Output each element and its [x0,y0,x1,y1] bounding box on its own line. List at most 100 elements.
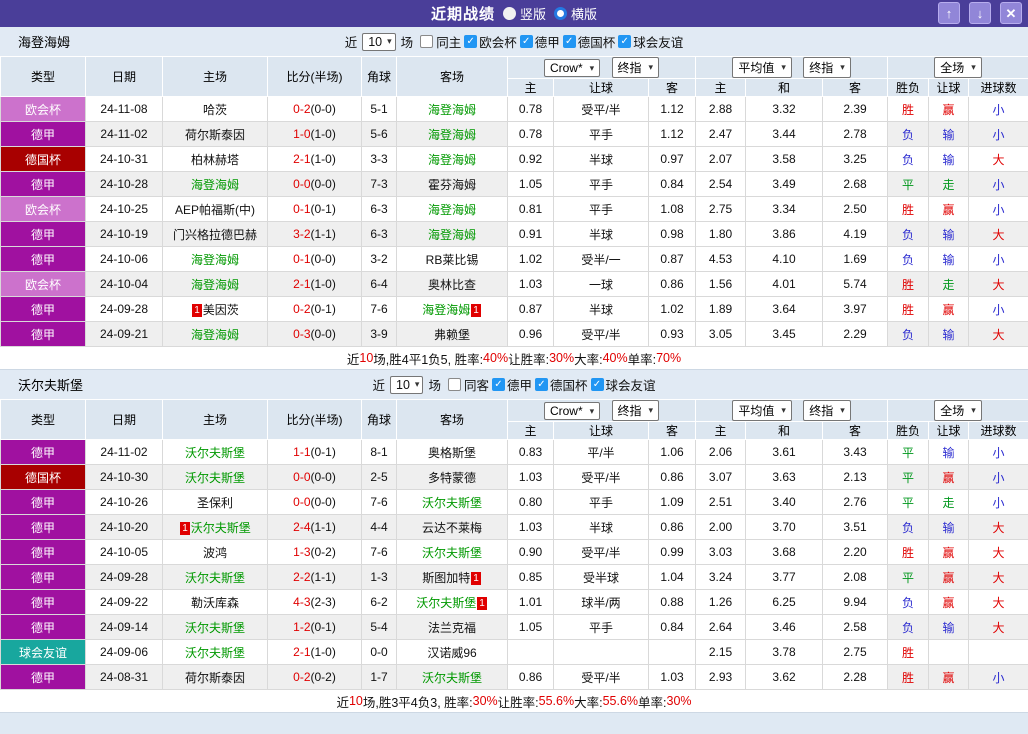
col-header-away: 客场 [396,399,508,440]
avg-away-odds-cell: 2.78 [822,121,889,147]
corner-cell: 2-5 [361,464,397,490]
crow-home-odds-cell: 0.86 [507,664,554,690]
col-header-score: 比分(半场) [267,399,362,440]
fulltime-score: 4-3 [293,595,311,609]
radio-label: 横版 [571,7,598,22]
crow-handicap-cell: 受平/半 [553,96,649,122]
away-team-cell: 汉诺威96 [396,639,508,665]
team-label: 沃尔夫斯堡 [184,470,245,485]
layout-radio-vertical[interactable]: 竖版 [502,4,546,23]
avg-draw-odds-cell: 3.63 [745,464,824,490]
goals-result-cell: 大 [968,614,1028,640]
recent-count-select[interactable]: 10 ▾ [390,375,424,394]
near-label: 近 [344,36,358,50]
team-label: 法兰克福 [427,620,476,635]
subcol-avg-draw: 和 [745,78,824,97]
scroll-down-button[interactable]: ↓ [969,2,991,24]
league-checkbox[interactable]: ✓ [464,35,478,48]
score-cell: 1-2(0-1) [267,614,362,640]
card-badge: 1 [180,521,190,535]
home-team-cell: 勒沃库森 [162,589,268,615]
league-checkbox[interactable]: ✓ [491,378,505,391]
league-checkbox[interactable]: ✓ [534,378,548,391]
home-team-cell: 沃尔夫斯堡 [162,439,268,465]
league-checkbox[interactable]: ✓ [618,35,632,48]
fulltime-score: 2-1 [293,645,311,659]
league-checkbox[interactable]: ✓ [590,378,604,391]
final-index-select[interactable]: 终指 ▾ [611,400,660,421]
chevron-down-icon: ▾ [840,405,845,415]
halftime-score: (0-1) [310,620,336,634]
recent-count-select[interactable]: 10 ▾ [362,32,396,51]
team-label: 沃尔夫斯堡 [421,495,482,510]
recent-count-value: 10 [368,34,383,49]
summary-segment: 大率: [574,695,603,710]
team-label: 波鸿 [202,545,227,560]
subcol-goals: 进球数 [968,78,1028,97]
league-type-cell: 欧会杯 [0,196,86,222]
result-cell: 负 [887,146,930,172]
subcol-home-odds: 主 [507,421,554,440]
score-cell: 2-1(1-0) [267,146,362,172]
team-label: 海登海姆 [190,177,239,192]
section-heidenheim: 海登海姆 近 10 ▾ 场同主 ✓ 欧会杯 ✓ 德甲 ✓ 德国杯 ✓ 球会友谊 类型 日期 主场 比分… [0,27,1028,370]
subcol-handicap: 让球 [553,78,649,97]
crow-home-odds-cell [507,639,554,665]
layout-radio-horizontal[interactable]: 横版 [554,4,597,23]
same-venue-label: 同客 [463,379,489,393]
match-scope-select[interactable]: 全场 ▾ [934,57,982,78]
corner-cell: 3-3 [361,146,397,172]
crow-handicap-cell: 半球 [553,221,649,247]
crow-handicap-cell: 受平/半 [553,321,649,347]
close-button[interactable]: ✕ [1000,2,1022,24]
team-label: 奥林比查 [427,277,476,292]
final-index-select[interactable]: 终指 ▾ [803,400,851,421]
result-cell: 负 [887,121,930,147]
league-type-cell: 德甲 [0,489,86,515]
score-cell: 1-0(1-0) [267,121,362,147]
match-scope-select[interactable]: 全场 ▾ [934,400,982,421]
average-select[interactable]: 平均值 ▾ [732,400,792,421]
crow-away-odds-cell: 0.93 [647,321,697,347]
corner-cell: 5-6 [361,121,397,147]
score-cell: 0-0(0-0) [267,464,362,490]
team-label: 海登海姆 [427,127,476,142]
table-row: 德甲 24-10-19 门兴格拉德巴赫 3-2(1-1) 6-3 海登海姆 0.91 半球 0.… [0,221,1028,247]
score-cell: 0-2(0-0) [267,96,362,122]
handicap-result-cell [928,639,970,665]
away-team-cell: 海登海姆 [396,121,508,147]
radio-icon [502,7,516,20]
league-checkbox[interactable]: ✓ [562,35,576,48]
crow-away-odds-cell: 0.84 [647,614,697,640]
scroll-up-button[interactable]: ↑ [938,2,960,24]
average-group-header: 平均值 ▾ 终指 ▾ [695,399,889,422]
average-group-header: 平均值 ▾ 终指 ▾ [695,56,889,79]
bookmaker-select[interactable]: Crow* ▾ [543,402,601,420]
same-venue-checkbox[interactable] [447,378,461,391]
crow-away-odds-cell: 1.03 [647,664,697,690]
result-cell: 负 [887,514,930,540]
fulltime-score: 0-2 [293,102,311,116]
match-date-cell: 24-09-21 [85,321,163,347]
league-checkbox[interactable]: ✓ [519,35,533,48]
bookmaker-select[interactable]: Crow* ▾ [543,59,601,77]
matches-table: 类型 日期 主场 比分(半场) 角球 客场 Crow* ▾ 终指 ▾ 平均值 ▾ 终指… [0,399,1028,690]
chevron-down-icon: ▾ [840,62,845,72]
handicap-result-cell: 赢 [928,539,970,565]
summary-segment: 55.6% [538,694,575,708]
crow-home-odds-cell: 0.90 [507,539,554,565]
crow-handicap-cell: 平手 [553,196,649,222]
avg-home-odds-cell: 1.80 [695,221,747,247]
away-team-cell: 沃尔夫斯堡 [396,664,508,690]
games-label: 场 [400,36,414,50]
halftime-score: (0-0) [310,470,336,484]
final-index-select[interactable]: 终指 ▾ [611,57,660,78]
team-label: 沃尔夫斯堡 [421,670,482,685]
final-index-select[interactable]: 终指 ▾ [803,57,851,78]
summary-segment: 大率: [574,352,603,367]
average-select[interactable]: 平均值 ▾ [732,57,792,78]
crow-home-odds-cell: 1.01 [507,589,554,615]
same-venue-checkbox[interactable] [420,35,434,48]
avg-home-odds-cell: 3.05 [695,321,747,347]
league-type-cell: 德甲 [0,221,86,247]
